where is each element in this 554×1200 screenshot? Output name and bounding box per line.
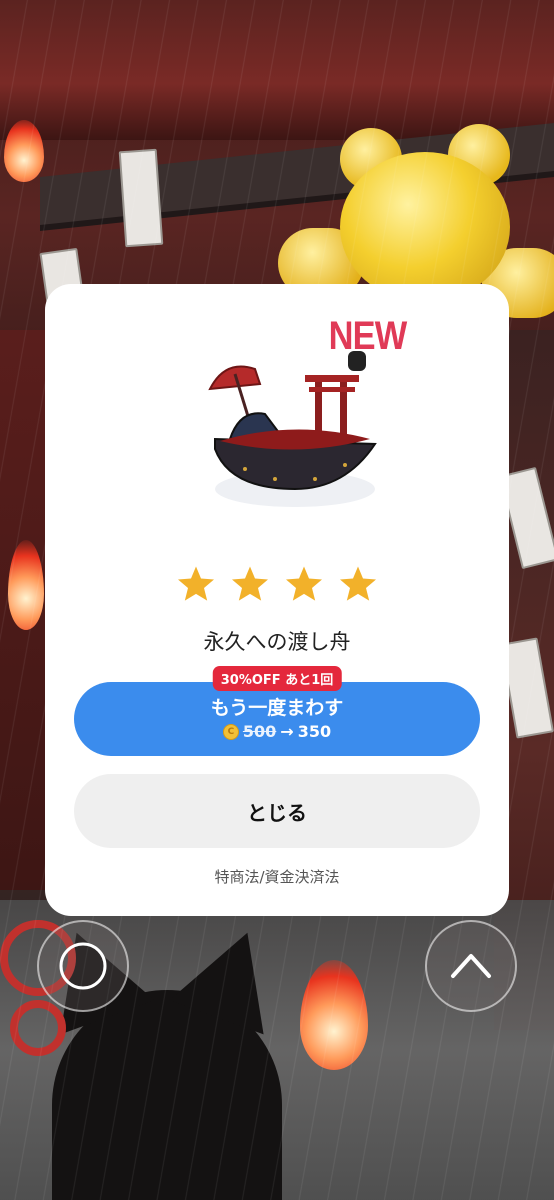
chevron-up-icon — [451, 954, 491, 978]
price-row: C 500 → 350 — [74, 722, 480, 741]
paper-talisman — [118, 148, 164, 248]
star-icon — [178, 566, 214, 601]
rarity-stars — [45, 564, 509, 604]
spin-again-button[interactable]: 30%OFF あと1回 もう一度まわす C 500 → 350 — [74, 666, 480, 756]
star-icon — [232, 566, 268, 601]
black-cat-figure — [29, 915, 295, 1200]
star-icon — [286, 566, 322, 601]
coin-icon: C — [222, 723, 239, 740]
star-icon — [340, 566, 376, 601]
scroll-up-button[interactable] — [425, 920, 517, 1012]
close-button[interactable]: とじる — [74, 774, 480, 848]
left-circle-button[interactable] — [37, 920, 129, 1012]
item-name: 永久への渡し舟 — [203, 630, 351, 654]
gacha-result-dialog: NEW 永久への渡し舟 30%OFF あと1回 もう一度まわす C 500 → … — [45, 284, 509, 916]
item-image-ferry-boat — [208, 351, 377, 507]
price-arrow: → — [280, 722, 294, 741]
old-price: 500 — [242, 722, 277, 741]
spin-again-label: もう一度まわす — [210, 697, 344, 719]
legal-link[interactable]: 特商法/資金決済法 — [45, 866, 509, 887]
new-price: 350 — [297, 722, 332, 741]
discount-badge: 30%OFF あと1回 — [212, 666, 342, 691]
circle-icon — [59, 942, 107, 990]
